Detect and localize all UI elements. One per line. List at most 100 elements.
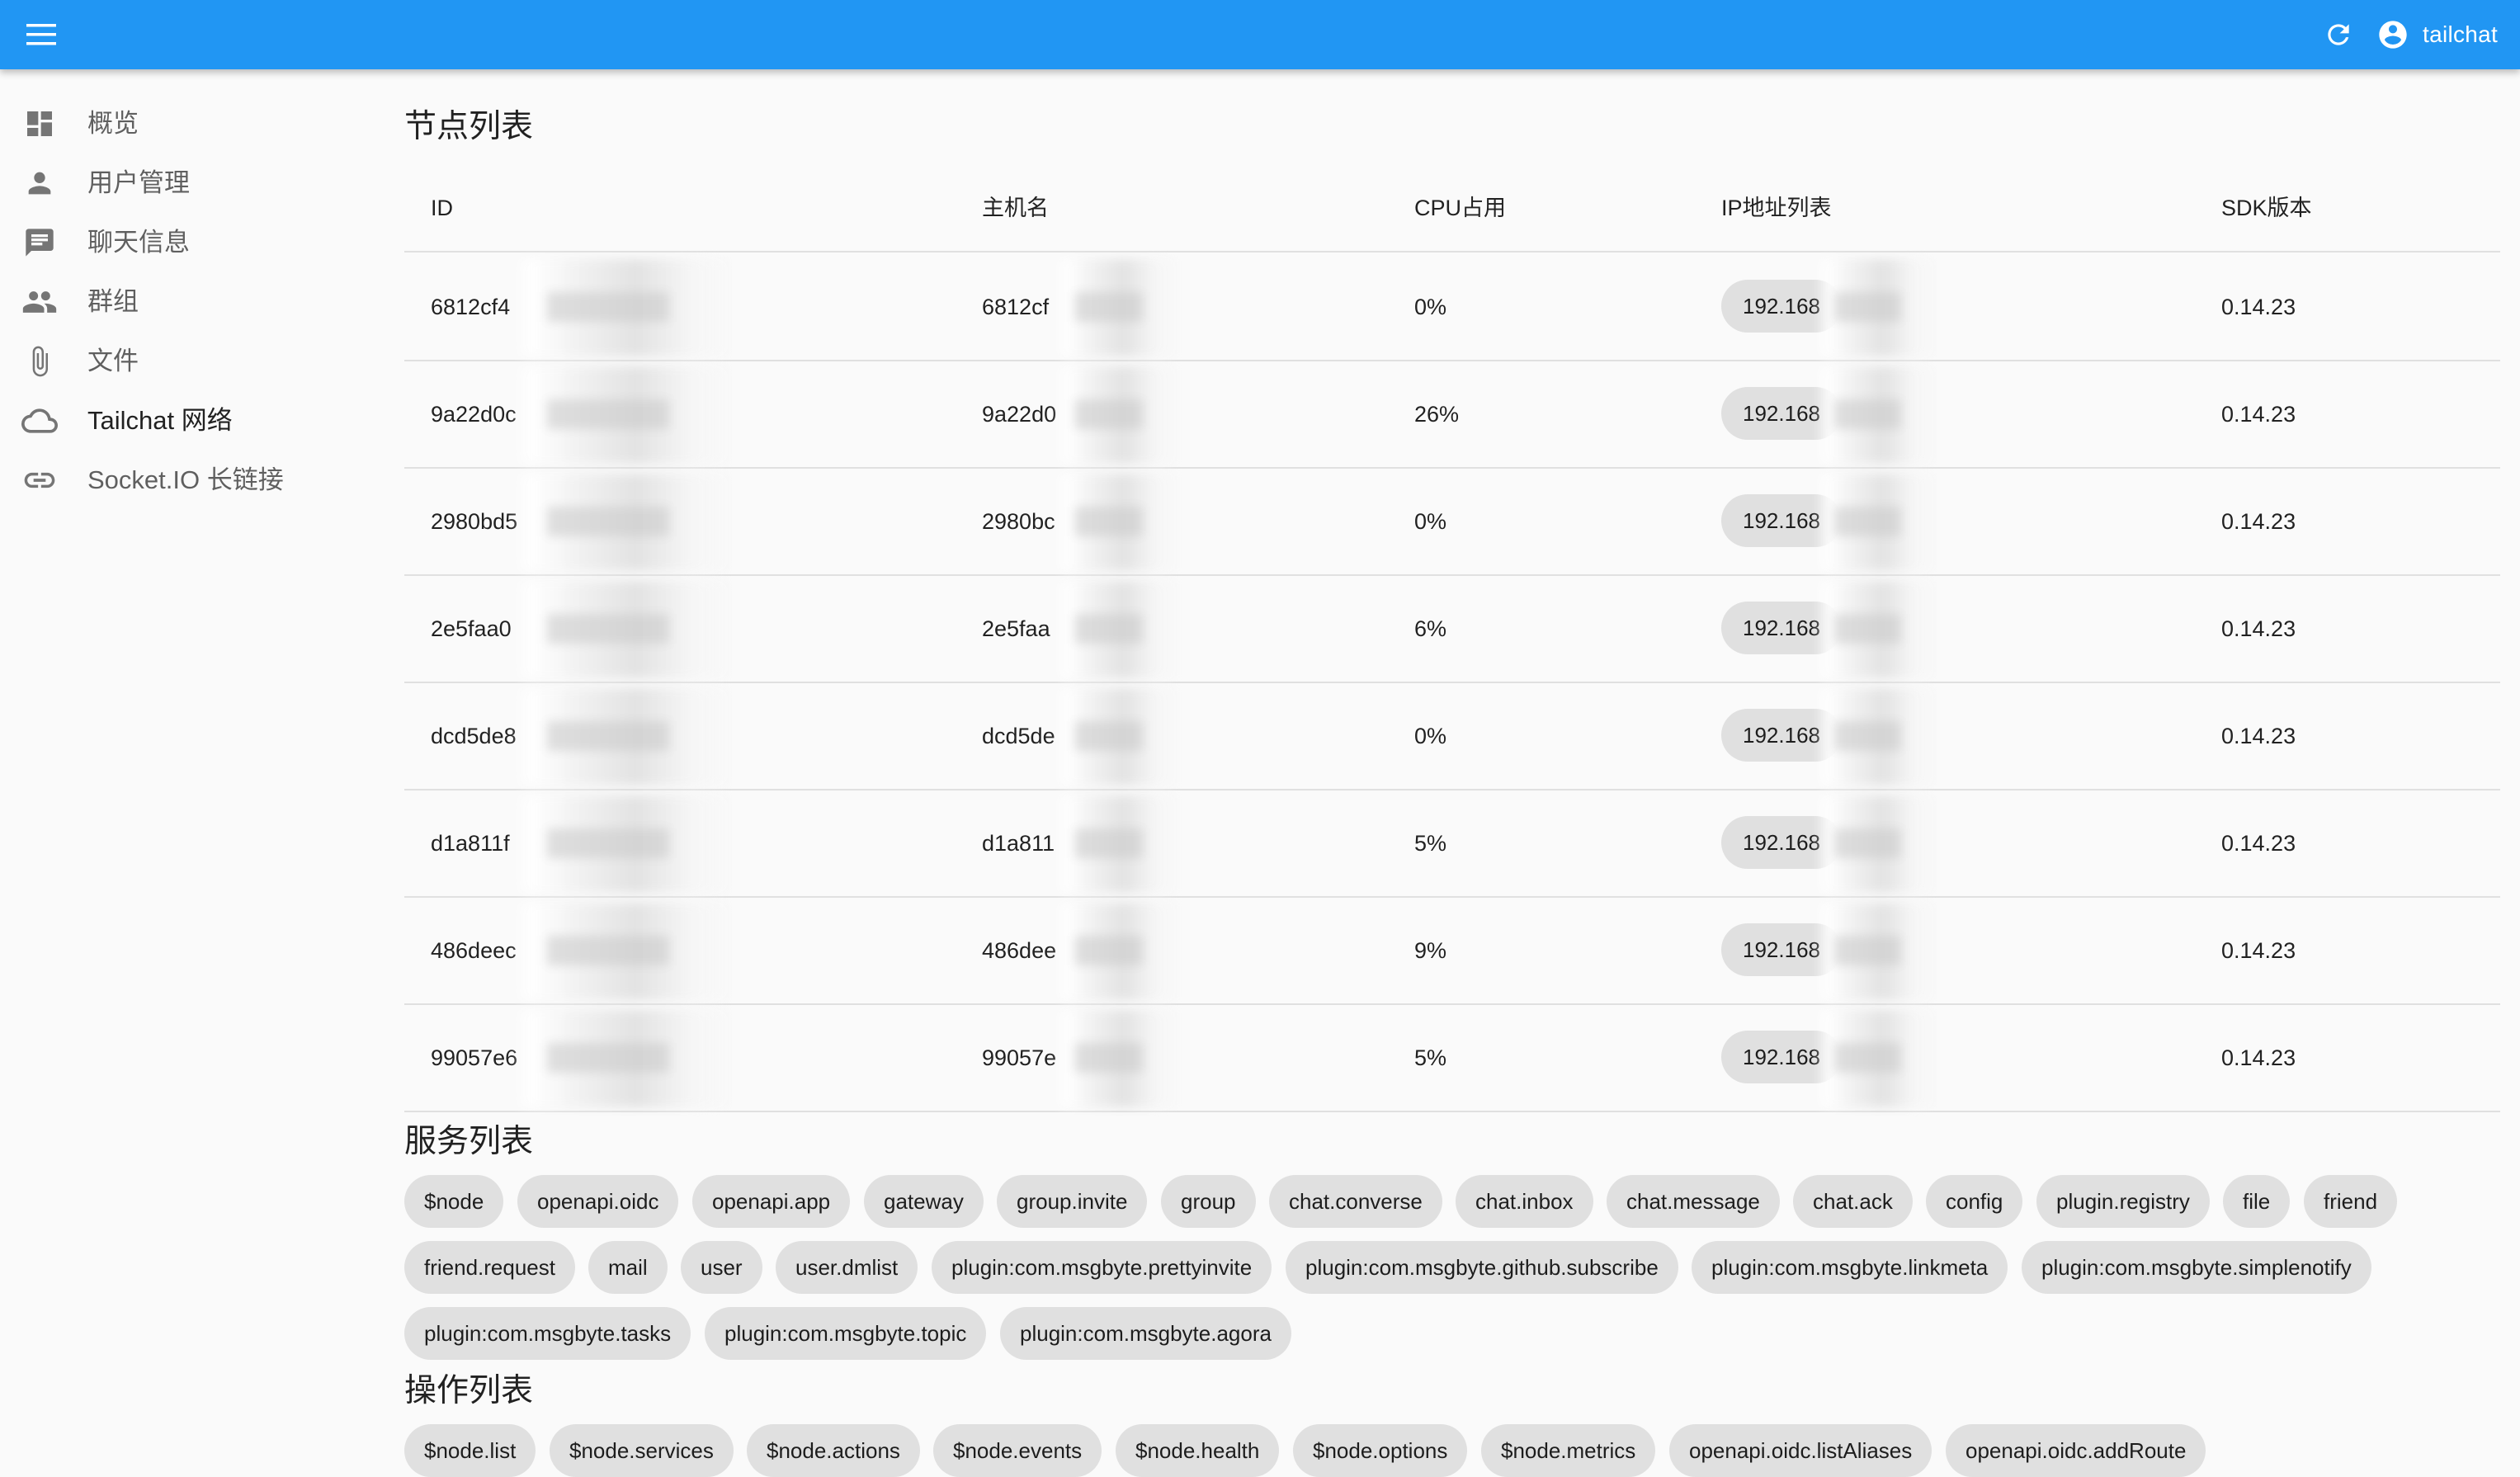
chat-icon <box>21 224 58 261</box>
dashboard-icon <box>21 106 58 142</box>
column-header: SDK版本 <box>2221 196 2312 220</box>
sidebar-item-messages[interactable]: 聊天信息 <box>0 213 363 272</box>
redaction-blur <box>1817 1010 1937 1107</box>
services-chip[interactable]: file <box>2223 1175 2291 1228</box>
node-cpu: 0% <box>1414 295 1447 319</box>
services-chip[interactable]: chat.message <box>1607 1175 1780 1228</box>
node-sdk-version: 0.14.23 <box>2221 616 2296 641</box>
redaction-blur <box>1056 259 1180 356</box>
menu-button[interactable] <box>18 13 64 56</box>
services-chip[interactable]: $node <box>404 1175 504 1228</box>
sidebar-item-groups[interactable]: 群组 <box>0 272 363 332</box>
services-chip[interactable]: group <box>1161 1175 1256 1228</box>
column-header: ID <box>431 196 453 220</box>
services-chip[interactable]: plugin.registry <box>2036 1175 2210 1228</box>
redaction-blur <box>1817 581 1937 678</box>
table-row: 2e5faa0 2e5faa 6% 192.168 0.14.23 <box>404 576 2500 683</box>
services-chip[interactable]: plugin:com.msgbyte.github.subscribe <box>1286 1241 1678 1294</box>
redaction-blur <box>1056 581 1180 678</box>
column-header: 主机名 <box>982 196 1049 220</box>
table-row: 486deec 486dee 9% 192.168 0.14.23 <box>404 898 2500 1005</box>
actions-chip[interactable]: $node.metrics <box>1481 1424 1656 1477</box>
services-chip[interactable]: config <box>1926 1175 2023 1228</box>
services-chip[interactable]: gateway <box>864 1175 984 1228</box>
services-chip[interactable]: plugin:com.msgbyte.tasks <box>404 1307 691 1360</box>
services-chip[interactable]: openapi.oidc <box>517 1175 679 1228</box>
actions-chip[interactable]: $node.options <box>1293 1424 1468 1477</box>
redaction-blur <box>1056 795 1180 893</box>
actions-chip[interactable]: $node.list <box>404 1424 536 1477</box>
sidebar-item-label: 聊天信息 <box>87 228 190 257</box>
actions-chip[interactable]: $node.services <box>550 1424 734 1477</box>
redaction-blur <box>1056 366 1180 464</box>
services-chip[interactable]: chat.ack <box>1793 1175 1913 1228</box>
services-chip[interactable]: plugin:com.msgbyte.simplenotify <box>2022 1241 2371 1294</box>
node-cpu: 0% <box>1414 724 1447 748</box>
node-id: 486deec <box>431 938 517 963</box>
services-title: 服务列表 <box>404 1124 534 1159</box>
sidebar-item-socketio[interactable]: Socket.IO 长链接 <box>0 451 363 510</box>
node-id: 9a22d0c <box>431 402 517 427</box>
app-bar: tailchat <box>0 0 2520 69</box>
sidebar-item-users[interactable]: 用户管理 <box>0 153 363 213</box>
redaction-blur <box>1817 688 1937 786</box>
redaction-blur <box>513 474 736 571</box>
redaction-blur <box>1817 795 1937 893</box>
services-chip[interactable]: plugin:com.msgbyte.linkmeta <box>1692 1241 2008 1294</box>
services-chip[interactable]: openapi.app <box>692 1175 851 1228</box>
redaction-blur <box>1056 688 1180 786</box>
redaction-blur <box>1817 366 1937 464</box>
services-chip[interactable]: friend.request <box>404 1241 575 1294</box>
redaction-blur <box>513 259 736 356</box>
sidebar-item-label: 群组 <box>87 287 139 316</box>
services-chip[interactable]: plugin:com.msgbyte.topic <box>705 1307 987 1360</box>
redaction-blur <box>1817 903 1937 1000</box>
node-sdk-version: 0.14.23 <box>2221 938 2296 963</box>
services-chip[interactable]: mail <box>588 1241 668 1294</box>
services-chip[interactable]: chat.converse <box>1269 1175 1442 1228</box>
sidebar: 概览 用户管理 聊天信息 群组 文件 Tailchat 网络 Socket.IO… <box>0 69 363 1454</box>
redaction-blur <box>1056 1010 1180 1107</box>
user-name: tailchat <box>2423 21 2499 47</box>
services-chip[interactable]: plugin:com.msgbyte.prettyinvite <box>932 1241 1272 1294</box>
services-chip[interactable]: user.dmlist <box>776 1241 918 1294</box>
sidebar-item-label: Socket.IO 长链接 <box>87 465 284 494</box>
actions-chip[interactable]: $node.events <box>933 1424 1102 1477</box>
actions-chip[interactable]: $node.actions <box>747 1424 920 1477</box>
account-circle-icon <box>2379 21 2407 49</box>
node-sdk-version: 0.14.23 <box>2221 295 2296 319</box>
node-hostname: 9a22d0 <box>982 402 1057 427</box>
actions-chip[interactable]: $node.health <box>1116 1424 1280 1477</box>
redaction-blur <box>513 1010 736 1107</box>
node-cpu: 9% <box>1414 938 1447 963</box>
services-chip[interactable]: chat.inbox <box>1456 1175 1593 1228</box>
actions-chip[interactable]: openapi.oidc.addRoute <box>1946 1424 2206 1477</box>
sidebar-item-label: 文件 <box>87 347 139 375</box>
services-chip[interactable]: group.invite <box>997 1175 1148 1228</box>
node-hostname: 2980bc <box>982 509 1055 534</box>
node-cpu: 0% <box>1414 509 1447 534</box>
sidebar-item-label: Tailchat 网络 <box>87 406 233 435</box>
node-hostname: 99057e <box>982 1045 1057 1070</box>
node-sdk-version: 0.14.23 <box>2221 831 2296 856</box>
sidebar-item-overview[interactable]: 概览 <box>0 94 363 153</box>
services-chip[interactable]: friend <box>2304 1175 2398 1228</box>
node-hostname: 486dee <box>982 938 1057 963</box>
sidebar-item-files[interactable]: 文件 <box>0 332 363 391</box>
services-chip[interactable]: plugin:com.msgbyte.agora <box>1000 1307 1291 1360</box>
table-row: 99057e6 99057e 5% 192.168 0.14.23 <box>404 1005 2500 1112</box>
node-id: 6812cf4 <box>431 295 511 319</box>
sidebar-item-label: 概览 <box>87 109 139 138</box>
link-icon <box>21 462 58 498</box>
attachment-icon <box>21 343 58 380</box>
actions-chip[interactable]: openapi.oidc.listAliases <box>1669 1424 1932 1477</box>
column-header: CPU占用 <box>1414 196 1507 220</box>
redaction-blur <box>1817 474 1937 571</box>
node-id: 2e5faa0 <box>431 616 512 641</box>
user-menu-button[interactable]: tailchat <box>2371 12 2503 58</box>
services-chip[interactable]: user <box>681 1241 762 1294</box>
refresh-button[interactable] <box>2315 12 2362 58</box>
node-id: dcd5de8 <box>431 724 517 748</box>
sidebar-item-network[interactable]: Tailchat 网络 <box>0 391 363 451</box>
node-id: 2980bd5 <box>431 509 518 534</box>
